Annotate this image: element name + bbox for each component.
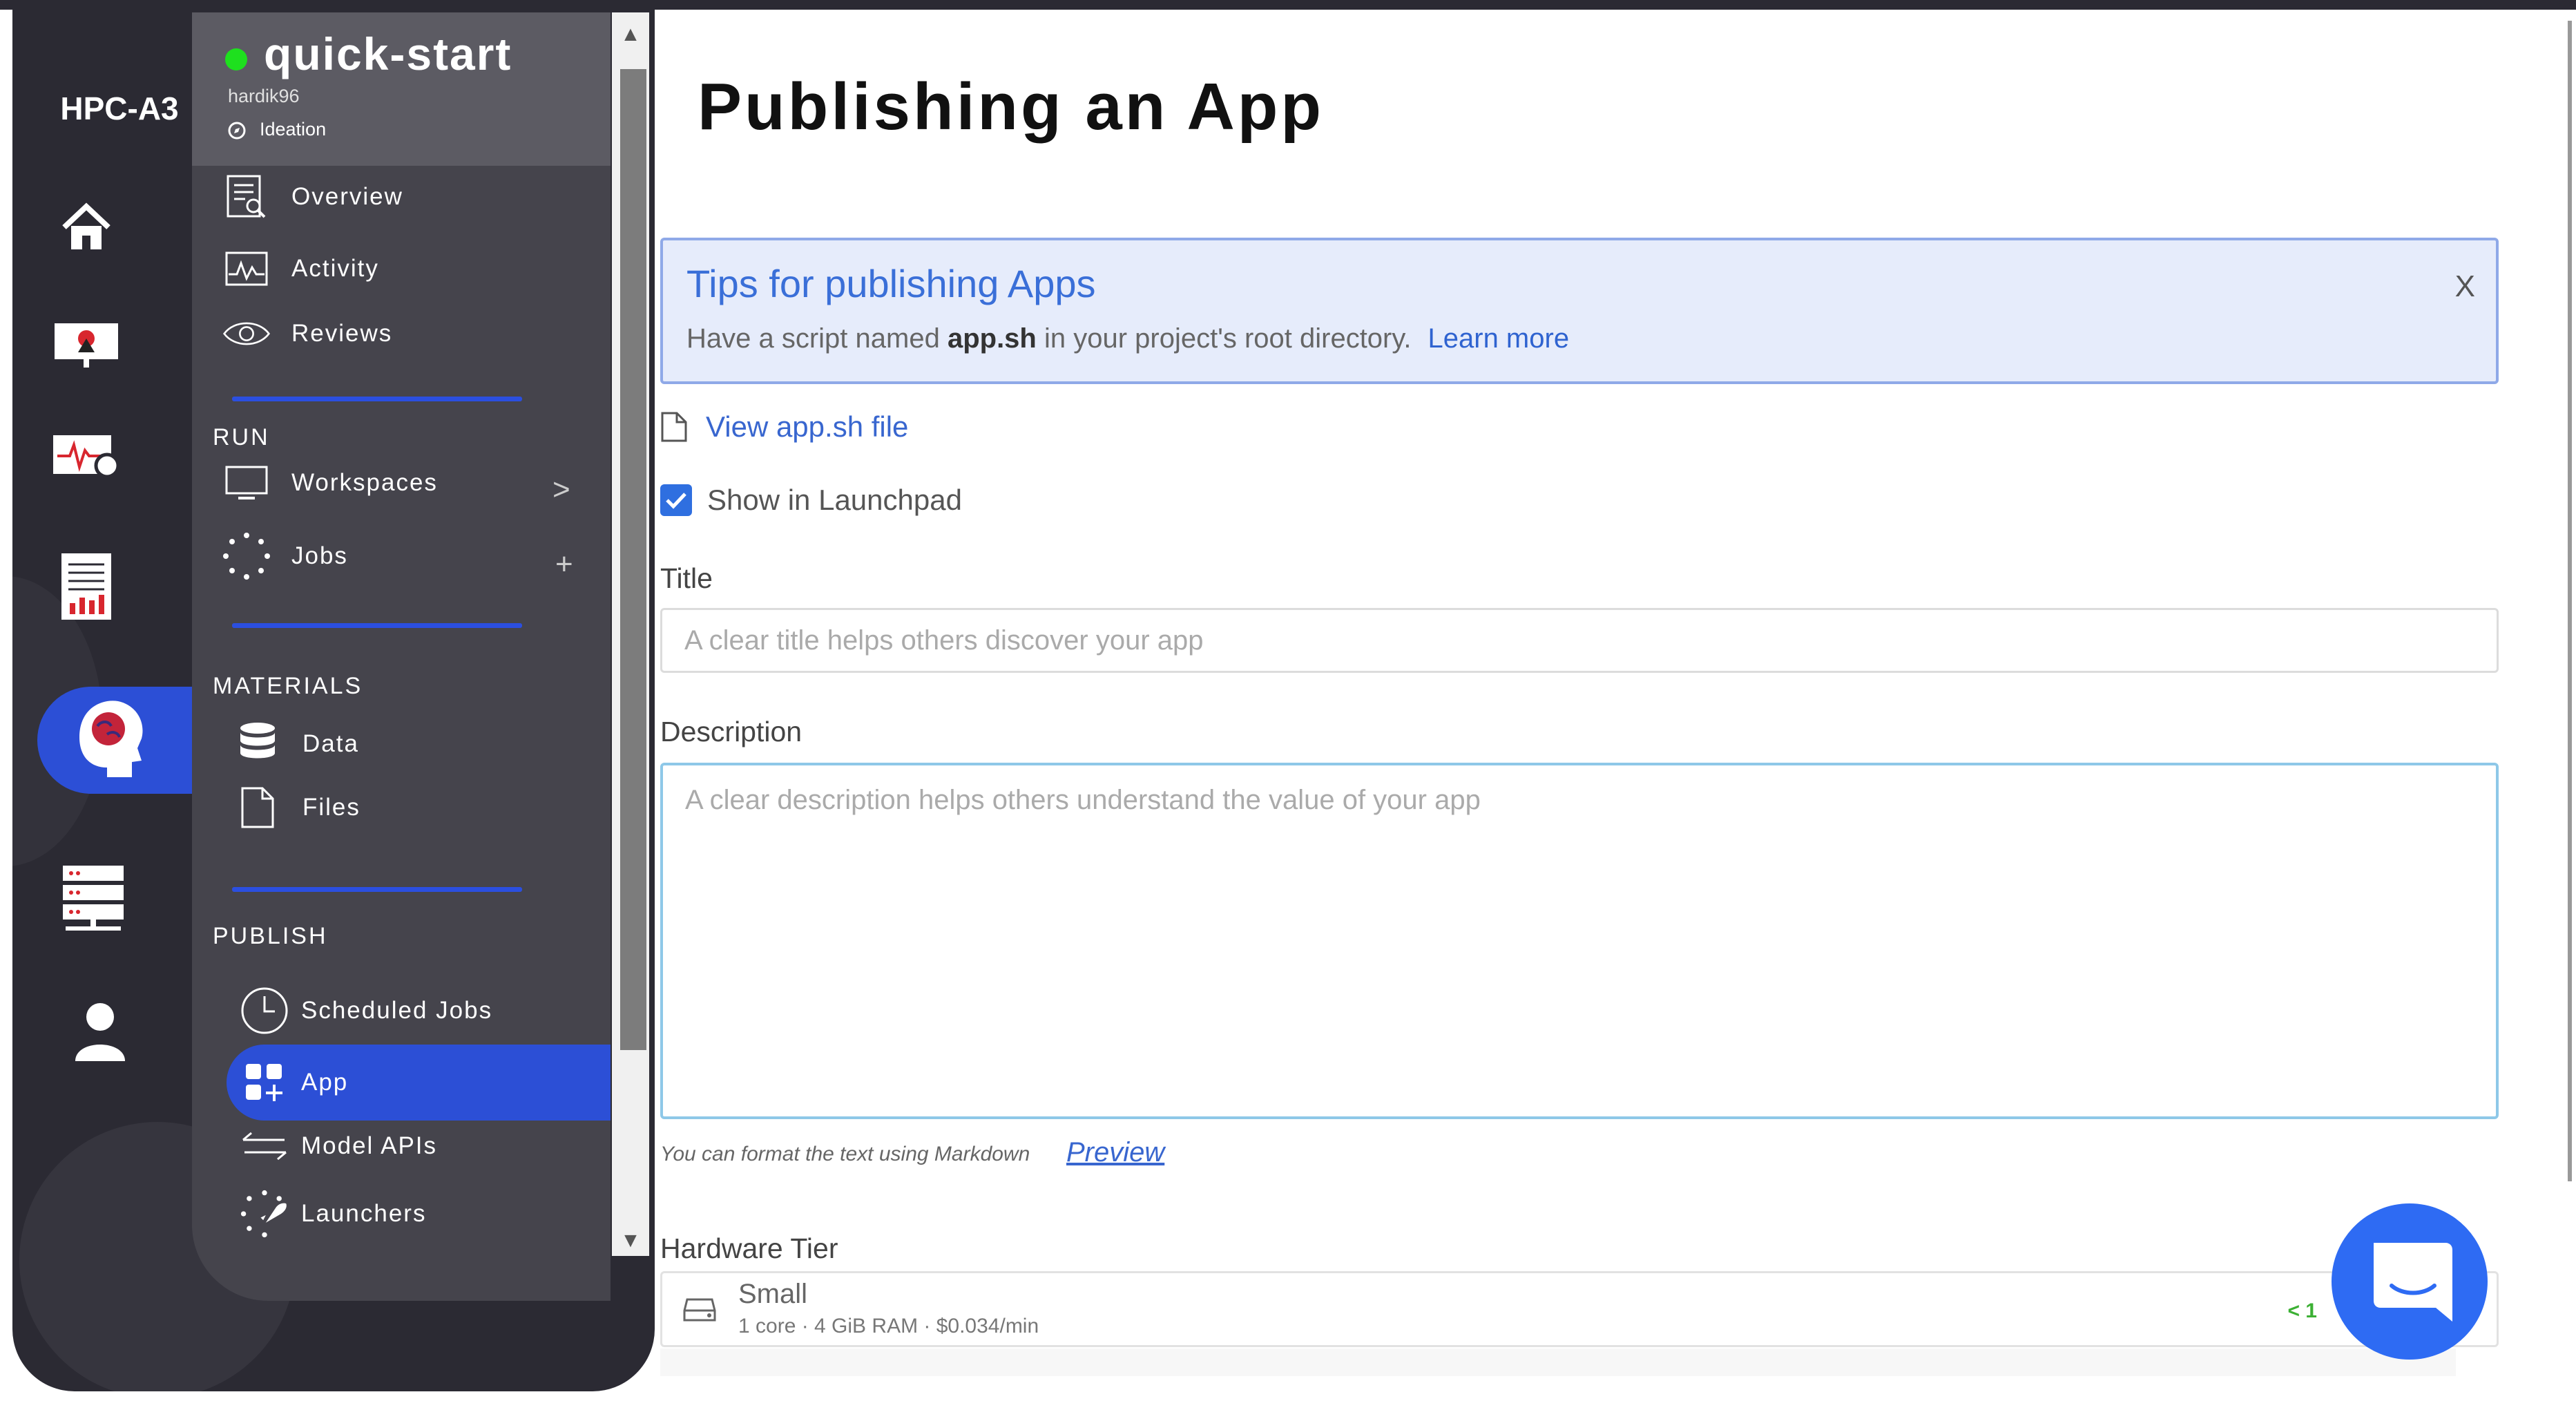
server-icon[interactable]: [55, 859, 131, 935]
scrollbar-thumb[interactable]: [620, 69, 646, 1050]
learn-more-link[interactable]: Learn more: [1428, 323, 1570, 354]
nav-label-files: Files: [302, 794, 361, 821]
tips-banner: Tips for publishing Apps Have a script n…: [660, 238, 2499, 384]
app-grid-icon: [240, 1058, 289, 1107]
project-name[interactable]: quick-start: [264, 28, 512, 80]
nav-item-scheduled-jobs[interactable]: Scheduled Jobs: [240, 987, 492, 1035]
nav-label-workspaces: Workspaces: [291, 469, 438, 496]
nav-item-model-apis[interactable]: Model APIs: [240, 1122, 437, 1170]
view-app-file-link[interactable]: View app.sh file: [660, 410, 908, 444]
compass-icon: [228, 122, 246, 140]
presentation-icon[interactable]: [48, 307, 124, 383]
project-status-dot: [225, 48, 247, 70]
section-label-publish: PUBLISH: [213, 923, 328, 949]
swap-arrows-icon: [240, 1122, 289, 1170]
rocket-icon: [240, 1190, 289, 1238]
checkmark-icon: [666, 493, 686, 509]
nav-item-data[interactable]: Data: [233, 720, 359, 768]
hardware-tier-label: Hardware Tier: [660, 1232, 838, 1264]
nav-item-files[interactable]: Files: [233, 783, 361, 832]
file-icon: [661, 412, 687, 442]
nav-label-model-apis: Model APIs: [301, 1132, 438, 1159]
home-icon[interactable]: [48, 189, 124, 265]
nav-label-scheduled-jobs: Scheduled Jobs: [301, 997, 493, 1024]
view-app-file-label: View app.sh file: [706, 410, 909, 443]
org-name[interactable]: HPC-A3: [47, 90, 192, 127]
monitor-icon: [222, 459, 271, 507]
nav-label-activity: Activity: [291, 255, 379, 282]
jobs-spinner-icon: [222, 532, 271, 580]
brain-head-icon[interactable]: [62, 694, 152, 783]
tips-title: Tips for publishing Apps: [686, 262, 1096, 305]
clock-icon: [240, 987, 289, 1035]
title-field-label: Title: [660, 562, 713, 594]
nav-label-overview: Overview: [291, 183, 403, 210]
hardware-tier-name: Small: [738, 1279, 808, 1309]
scroll-up-button[interactable]: ▲: [612, 14, 649, 55]
show-in-launchpad-row[interactable]: Show in Launchpad: [660, 484, 962, 517]
tips-text-after: in your project's root directory.: [1036, 323, 1412, 354]
nav-item-workspaces[interactable]: Workspaces: [222, 459, 438, 507]
report-icon[interactable]: [48, 549, 124, 625]
section-label-materials: MATERIALS: [213, 673, 363, 699]
nav-item-activity[interactable]: Activity: [222, 245, 379, 293]
section-label-run: RUN: [213, 424, 270, 450]
show-in-launchpad-label: Show in Launchpad: [707, 484, 962, 516]
tips-text-before: Have a script named: [686, 323, 948, 354]
nav-item-overview[interactable]: Overview: [222, 173, 403, 221]
user-icon[interactable]: [62, 993, 138, 1069]
nav-label-jobs: Jobs: [291, 542, 348, 569]
chat-support-button[interactable]: [2332, 1203, 2488, 1360]
hardware-tier-spec: 1 core · 4 GiB RAM · $0.034/min: [738, 1315, 1039, 1337]
form-bottom-strip: [660, 1349, 2456, 1376]
monitor-pulse-icon[interactable]: [48, 417, 124, 493]
tips-text-filename: app.sh: [947, 323, 1037, 354]
preview-link[interactable]: Preview: [1066, 1137, 1164, 1168]
project-sidebar: quick-start hardik96 Ideation Overview A…: [192, 12, 611, 1301]
markdown-hint: You can format the text using Markdown: [660, 1143, 1030, 1165]
section-divider: [232, 887, 522, 892]
nav-item-reviews[interactable]: Reviews: [222, 309, 392, 358]
database-icon: [233, 720, 282, 768]
hardware-tier-select[interactable]: Small 1 core · 4 GiB RAM · $0.034/min < …: [660, 1271, 2499, 1347]
overview-icon: [222, 173, 271, 221]
chevron-right-icon[interactable]: >: [552, 473, 570, 507]
show-in-launchpad-checkbox[interactable]: [660, 484, 692, 516]
nav-label-reviews: Reviews: [291, 320, 393, 347]
nav-item-jobs[interactable]: Jobs: [222, 532, 348, 580]
description-field-label: Description: [660, 716, 802, 747]
nav-item-app[interactable]: App: [240, 1058, 348, 1107]
hard-drive-icon: [683, 1298, 716, 1322]
hardware-tier-badge: < 1: [2287, 1299, 2317, 1322]
page-scrollbar[interactable]: [2568, 21, 2572, 1181]
scroll-down-button[interactable]: ▼: [612, 1220, 649, 1261]
project-stage[interactable]: Ideation: [260, 119, 326, 140]
tips-text: Have a script named app.sh in your proje…: [686, 323, 1569, 354]
eye-icon: [222, 309, 271, 358]
description-textarea[interactable]: [660, 763, 2499, 1119]
title-input[interactable]: [660, 608, 2499, 673]
add-job-icon[interactable]: +: [555, 547, 573, 582]
page-title: Publishing an App: [698, 70, 1325, 144]
project-owner: hardik96: [228, 86, 300, 106]
section-divider: [232, 623, 522, 628]
chat-bubble-icon: [2374, 1243, 2452, 1322]
nav-label-launchers: Launchers: [301, 1200, 427, 1227]
nav-label-app: App: [301, 1069, 349, 1096]
nav-label-data: Data: [302, 730, 359, 757]
file-icon: [233, 783, 282, 832]
project-header: quick-start hardik96 Ideation: [192, 12, 611, 166]
close-tips-button[interactable]: X: [2455, 269, 2475, 304]
window-top-bar: [0, 0, 2576, 10]
section-divider: [232, 397, 522, 401]
activity-chart-icon: [222, 245, 271, 293]
nav-item-launchers[interactable]: Launchers: [240, 1190, 426, 1238]
